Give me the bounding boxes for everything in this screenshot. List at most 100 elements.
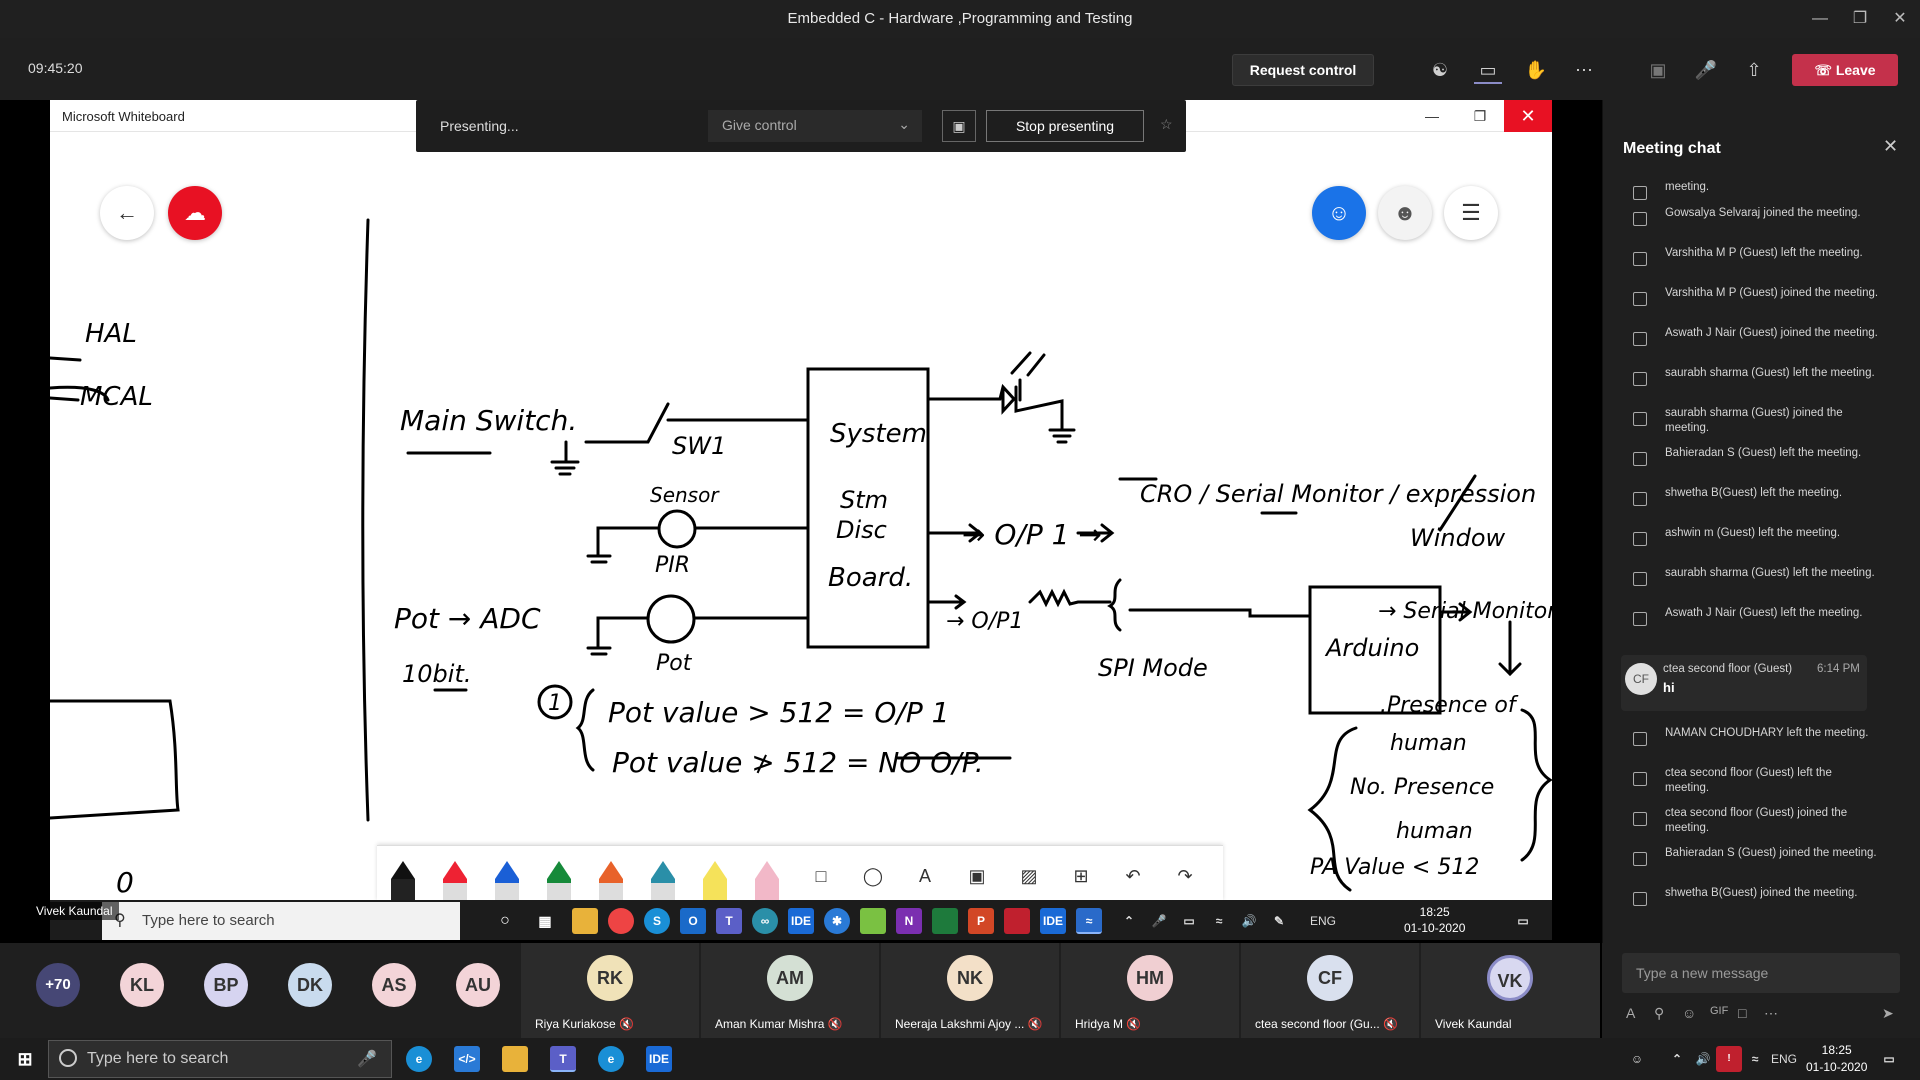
share-icon[interactable]: ⇧ bbox=[1740, 56, 1768, 84]
chat-message[interactable]: CF ctea second floor (Guest) 6:14 PM hi bbox=[1621, 655, 1867, 711]
event-icon bbox=[1633, 372, 1647, 386]
acrobat-icon[interactable] bbox=[1004, 908, 1030, 934]
overflow-participants-button[interactable]: +70 bbox=[36, 963, 80, 1007]
undo-icon[interactable]: ↶ bbox=[1119, 862, 1147, 890]
participant-avatar[interactable]: DK bbox=[288, 963, 332, 1007]
more-icon[interactable]: ⋯ bbox=[1570, 56, 1598, 84]
powerpoint-icon[interactable]: P bbox=[968, 908, 994, 934]
ide-icon-2[interactable]: IDE bbox=[1040, 908, 1066, 934]
participant-avatar[interactable]: BP bbox=[204, 963, 248, 1007]
event-icon bbox=[1633, 732, 1647, 746]
chrome-icon[interactable] bbox=[608, 908, 634, 934]
notification-icon[interactable]: ▭ bbox=[1876, 1046, 1902, 1072]
notification-icon[interactable]: ▭ bbox=[1510, 908, 1536, 934]
include-audio-icon[interactable]: ▣ bbox=[942, 110, 976, 142]
people-icon[interactable]: ☺ bbox=[1624, 1046, 1650, 1072]
gif-icon[interactable]: GIF bbox=[1710, 1005, 1728, 1017]
stop-presenting-button[interactable]: Stop presenting bbox=[986, 110, 1144, 142]
excel-icon[interactable] bbox=[932, 908, 958, 934]
arduino-icon[interactable]: ∞ bbox=[752, 908, 778, 934]
label-human2: human bbox=[1396, 819, 1473, 844]
windows-start-icon[interactable]: ⊞ bbox=[12, 1046, 38, 1072]
send-icon[interactable]: ➤ bbox=[1882, 1005, 1894, 1022]
image-icon[interactable]: ▨ bbox=[1015, 862, 1043, 890]
lasso-icon[interactable]: ◯ bbox=[859, 862, 887, 890]
explorer-icon[interactable] bbox=[572, 908, 598, 934]
blue-pen-icon[interactable] bbox=[495, 861, 519, 901]
highlighter-icon[interactable] bbox=[703, 861, 727, 901]
chevron-up-icon[interactable]: ⌃ bbox=[1664, 1046, 1690, 1072]
participant-tile[interactable]: NK Neeraja Lakshmi Ajoy ... 🔇 bbox=[881, 943, 1059, 1038]
shared-search-box[interactable]: ⚲ Type here to search bbox=[102, 902, 460, 940]
participants-icon[interactable]: ☯ bbox=[1426, 56, 1454, 84]
onenote-icon[interactable]: N bbox=[896, 908, 922, 934]
whiteboard-icon[interactable]: ≈ bbox=[1076, 908, 1102, 934]
participant-tile[interactable]: CF ctea second floor (Gu... 🔇 bbox=[1241, 943, 1419, 1038]
mic-icon[interactable]: 🎤 bbox=[357, 1049, 377, 1069]
pin-icon[interactable]: ☆ bbox=[1160, 116, 1173, 133]
explorer-icon[interactable] bbox=[502, 1046, 528, 1072]
label-pot: Pot bbox=[656, 651, 693, 676]
skype-icon[interactable]: S bbox=[644, 908, 670, 934]
red-pen-icon[interactable] bbox=[443, 861, 467, 901]
ide-icon[interactable]: IDE bbox=[646, 1046, 672, 1072]
participant-avatar[interactable]: AS bbox=[372, 963, 416, 1007]
led-ground bbox=[1048, 428, 1076, 444]
participant-avatar[interactable]: KL bbox=[120, 963, 164, 1007]
raise-hand-icon[interactable]: ✋ bbox=[1522, 56, 1550, 84]
green-pen-icon[interactable] bbox=[547, 861, 571, 901]
sticker-icon[interactable]: □ bbox=[1738, 1005, 1746, 1021]
participant-tile[interactable]: VK Vivek Kaundal bbox=[1421, 943, 1600, 1038]
note-icon[interactable]: ▣ bbox=[963, 862, 991, 890]
vscode-icon[interactable]: </> bbox=[454, 1046, 480, 1072]
shared-taskbar: ⚲ Type here to search ○ ▦ S O T ∞ IDE ✱ … bbox=[50, 900, 1552, 940]
cortana-icon[interactable]: ○ bbox=[492, 908, 518, 934]
meeting-chat-panel: Meeting chat ✕ meeting. Gowsalya Selvara… bbox=[1602, 100, 1920, 943]
chat-icon[interactable]: ▭ bbox=[1474, 56, 1502, 84]
eraser-icon[interactable] bbox=[755, 861, 779, 901]
emoji-icon[interactable]: ☺ bbox=[1682, 1005, 1696, 1021]
label-human: human bbox=[1390, 731, 1467, 756]
teams-icon[interactable]: T bbox=[716, 908, 742, 934]
chevron-up-icon[interactable]: ⌃ bbox=[1116, 908, 1142, 934]
taskbar-clock[interactable]: 18:25 01-10-2020 bbox=[1806, 1042, 1867, 1076]
restore-icon[interactable]: ❐ bbox=[1845, 4, 1875, 34]
chat-compose-input[interactable]: Type a new message bbox=[1622, 953, 1900, 993]
language-indicator[interactable]: ENG bbox=[1766, 1046, 1802, 1072]
pen-tray-icon: ✎ bbox=[1273, 914, 1285, 928]
give-control-dropdown[interactable]: Give control ⌄ bbox=[708, 110, 922, 142]
settings-app-icon[interactable]: ✱ bbox=[824, 908, 850, 934]
teams-icon[interactable]: T bbox=[550, 1046, 576, 1072]
label-hal: HAL bbox=[85, 319, 137, 349]
insert-icon[interactable]: ⊞ bbox=[1067, 862, 1095, 890]
black-pen-icon[interactable] bbox=[391, 861, 415, 901]
mic-off-icon[interactable]: 🎤 bbox=[1692, 56, 1720, 84]
close-icon[interactable]: ✕ bbox=[1885, 4, 1915, 34]
outlook-icon[interactable]: O bbox=[680, 908, 706, 934]
request-control-button[interactable]: Request control bbox=[1232, 54, 1374, 86]
store-icon[interactable] bbox=[860, 908, 886, 934]
orange-pen-icon[interactable] bbox=[599, 861, 623, 901]
participant-tile[interactable]: RK Riya Kuriakose 🔇 bbox=[521, 943, 699, 1038]
ruler-icon[interactable]: □ bbox=[807, 862, 835, 890]
participant-avatar[interactable]: AU bbox=[456, 963, 500, 1007]
attach-icon[interactable]: ⚲ bbox=[1654, 1005, 1664, 1022]
redo-icon[interactable]: ↷ bbox=[1171, 862, 1199, 890]
language-indicator[interactable]: ENG bbox=[1306, 908, 1340, 934]
task-view-icon[interactable]: ▦ bbox=[532, 908, 558, 934]
ide-icon[interactable]: IDE bbox=[788, 908, 814, 934]
more-options-icon[interactable]: ⋯ bbox=[1764, 1005, 1778, 1022]
format-icon[interactable]: A bbox=[1626, 1005, 1635, 1021]
participant-tile[interactable]: HM Hridya M 🔇 bbox=[1061, 943, 1239, 1038]
participants-row: +70 KL BP DK AS AU RK Riya Kuriakose 🔇 AM… bbox=[0, 943, 1600, 1038]
taskbar-search-box[interactable]: Type here to search 🎤 bbox=[48, 1040, 392, 1078]
leave-button[interactable]: ☏ Leave bbox=[1792, 54, 1898, 86]
edge-icon[interactable]: e bbox=[406, 1046, 432, 1072]
participant-tile[interactable]: AM Aman Kumar Mishra 🔇 bbox=[701, 943, 879, 1038]
close-icon[interactable]: ✕ bbox=[1883, 136, 1898, 157]
edge-beta-icon[interactable]: e bbox=[598, 1046, 624, 1072]
text-icon[interactable]: A bbox=[911, 862, 939, 890]
camera-off-icon[interactable]: ▣ bbox=[1644, 56, 1672, 84]
teal-pen-icon[interactable] bbox=[651, 861, 675, 901]
minimize-icon[interactable]: — bbox=[1805, 4, 1835, 34]
